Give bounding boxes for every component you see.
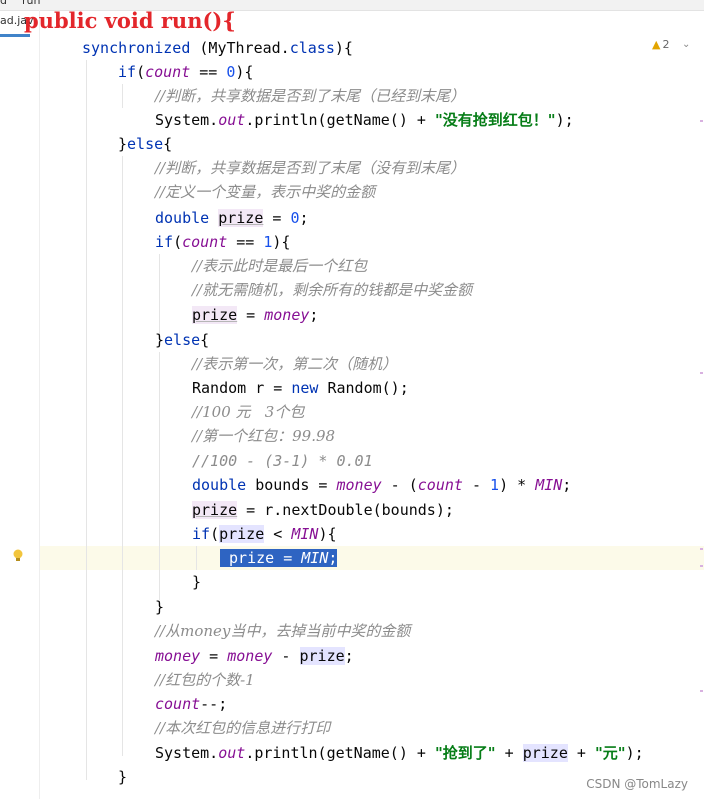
error-stripe-mark[interactable] [700, 372, 703, 374]
code-line[interactable]: //第一个红包：99.98 [192, 424, 335, 448]
breadcrumb-run[interactable]: run [22, 0, 40, 7]
gutter-separator [39, 10, 40, 799]
indent-guide [122, 84, 123, 108]
code-line[interactable]: //判断，共享数据是否到了末尾（没有到末尾） [155, 156, 465, 180]
warning-icon: ▲ [652, 38, 661, 51]
code-line[interactable]: //就无需随机，剩余所有的钱都是中奖金额 [192, 278, 472, 302]
error-stripe-mark[interactable] [700, 120, 703, 122]
code-line[interactable]: //100 元 3个包 [192, 400, 304, 424]
error-stripe-mark[interactable] [700, 565, 703, 567]
inspection-widget[interactable]: ▲ 2 [652, 38, 669, 51]
indent-guide [196, 546, 197, 570]
code-line[interactable]: System.out.println(getName() + "没有抢到红包！"… [155, 108, 574, 132]
code-line-selected[interactable]: prize = MIN; [220, 546, 338, 570]
code-line[interactable]: synchronized (MyThread.class){ [82, 36, 353, 60]
indent-guide [122, 156, 123, 756]
current-line-highlight [40, 546, 704, 570]
method-signature-overlay: public void run(){ [24, 8, 236, 33]
indent-guide [86, 60, 87, 780]
code-line[interactable]: prize = r.nextDouble(bounds); [192, 498, 454, 522]
watermark: CSDN @TomLazy [586, 777, 688, 791]
code-line[interactable]: //表示此时是最后一个红包 [192, 254, 367, 278]
code-line[interactable]: if(count == 0){ [118, 60, 253, 84]
code-line[interactable]: //红包的个数-1 [155, 668, 255, 692]
code-line[interactable]: money = money - prize; [155, 644, 354, 668]
indent-guide [159, 254, 160, 334]
code-line[interactable]: } [155, 595, 164, 619]
inspection-count: 2 [662, 38, 670, 51]
code-line[interactable]: } [118, 765, 127, 789]
text-selection[interactable]: prize = MIN; [220, 549, 338, 567]
code-line[interactable]: System.out.println(getName() + "抢到了" + p… [155, 741, 644, 765]
code-line[interactable]: //定义一个变量，表示中奖的金额 [155, 180, 375, 204]
code-line[interactable]: count--; [155, 692, 227, 716]
code-line[interactable]: prize = money; [192, 303, 318, 327]
code-line[interactable]: //从money当中，去掉当前中奖的金额 [155, 619, 410, 643]
code-line[interactable]: //本次红包的信息进行打印 [155, 716, 330, 740]
code-line[interactable]: double prize = 0; [155, 206, 309, 230]
chevron-down-icon[interactable]: ⌄ [682, 39, 690, 50]
code-line[interactable]: }else{ [155, 328, 209, 352]
code-line[interactable]: } [192, 570, 201, 594]
code-line[interactable]: if(count == 1){ [155, 230, 290, 254]
active-tab-indicator [0, 34, 30, 37]
code-line[interactable]: Random r = new Random(); [192, 376, 409, 400]
error-stripe-mark[interactable] [700, 690, 703, 692]
tab-left-label[interactable]: d [0, 0, 7, 7]
code-line[interactable]: }else{ [118, 132, 172, 156]
indent-guide [159, 352, 160, 600]
code-line[interactable]: //表示第一次，第二次（随机） [192, 352, 397, 376]
error-stripe-mark[interactable] [700, 548, 703, 550]
code-line[interactable]: //判断，共享数据是否到了末尾（已经到末尾） [155, 84, 465, 108]
lightbulb-icon[interactable] [12, 549, 24, 563]
code-line[interactable]: double bounds = money - (count - 1) * MI… [192, 473, 571, 497]
code-line[interactable]: if(prize < MIN){ [192, 522, 337, 546]
code-line[interactable]: //100 - (3-1) * 0.01 [192, 449, 373, 473]
